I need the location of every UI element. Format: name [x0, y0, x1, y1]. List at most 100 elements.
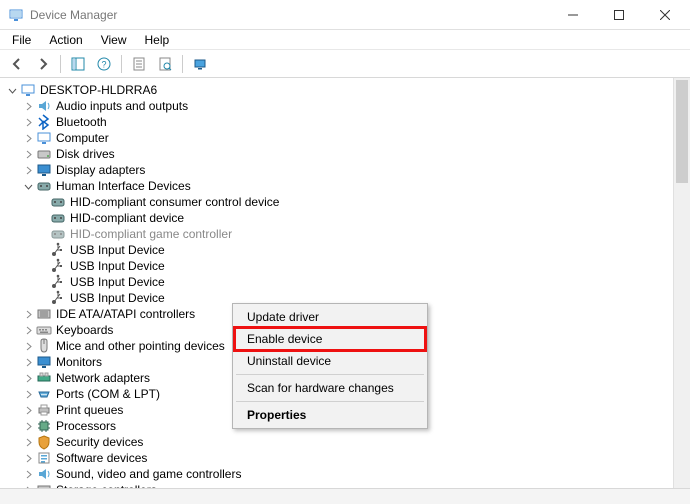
close-button[interactable] [642, 0, 688, 30]
tree-label: Monitors [56, 354, 102, 370]
chevron-right-icon[interactable] [22, 164, 34, 176]
chevron-right-icon[interactable] [22, 468, 34, 480]
tree-device[interactable]: USB Input Device [4, 242, 686, 258]
processor-icon [36, 418, 52, 434]
chevron-right-icon[interactable] [22, 356, 34, 368]
chevron-down-icon[interactable] [22, 180, 34, 192]
maximize-button[interactable] [596, 0, 642, 30]
toolbar-separator [121, 55, 122, 73]
chevron-right-icon[interactable] [22, 420, 34, 432]
chevron-right-icon[interactable] [22, 404, 34, 416]
tree-device[interactable]: USB Input Device [4, 274, 686, 290]
tree-root-label: DESKTOP-HLDRRA6 [40, 82, 157, 98]
chevron-right-icon[interactable] [22, 484, 34, 488]
hid-icon [36, 178, 52, 194]
chevron-right-icon[interactable] [22, 452, 34, 464]
chevron-right-icon[interactable] [22, 132, 34, 144]
context-uninstall-device[interactable]: Uninstall device [235, 350, 425, 372]
toolbar: ? [0, 50, 690, 78]
menu-help[interactable]: Help [137, 31, 178, 49]
menu-action[interactable]: Action [41, 31, 90, 49]
chevron-right-icon[interactable] [22, 324, 34, 336]
svg-text:?: ? [101, 59, 106, 69]
printer-icon [36, 402, 52, 418]
chevron-right-icon[interactable] [22, 340, 34, 352]
app-icon [8, 7, 24, 23]
chevron-right-icon[interactable] [22, 116, 34, 128]
tree-device[interactable]: HID-compliant consumer control device [4, 194, 686, 210]
tree-label: Security devices [56, 434, 143, 450]
tree-category[interactable]: Bluetooth [4, 114, 686, 130]
usb-icon [50, 290, 66, 306]
tree-label: Human Interface Devices [56, 178, 191, 194]
chevron-right-icon[interactable] [22, 388, 34, 400]
software-icon [36, 450, 52, 466]
forward-button[interactable] [32, 53, 54, 75]
context-scan-hardware[interactable]: Scan for hardware changes [235, 377, 425, 399]
scan-hardware-button[interactable] [154, 53, 176, 75]
tree-device[interactable]: USB Input Device [4, 258, 686, 274]
toolbar-separator [182, 55, 183, 73]
tree-category[interactable]: Disk drives [4, 146, 686, 162]
tree-label: Processors [56, 418, 116, 434]
usb-icon [50, 258, 66, 274]
tree-label: Sound, video and game controllers [56, 466, 241, 482]
tree-device-selected[interactable]: HID-compliant game controller [4, 226, 686, 242]
port-icon [36, 386, 52, 402]
tree-category[interactable]: Storage controllers [4, 482, 686, 488]
tree-category[interactable]: Display adapters [4, 162, 686, 178]
chevron-right-icon[interactable] [22, 308, 34, 320]
context-update-driver[interactable]: Update driver [235, 306, 425, 328]
view-devices-button[interactable] [189, 53, 211, 75]
network-icon [36, 370, 52, 386]
tree-category[interactable]: Sound, video and game controllers [4, 466, 686, 482]
titlebar: Device Manager [0, 0, 690, 30]
hid-icon [50, 226, 66, 242]
menu-file[interactable]: File [4, 31, 39, 49]
vertical-scrollbar[interactable] [673, 78, 690, 488]
sound-icon [36, 466, 52, 482]
tree-category-expanded[interactable]: Human Interface Devices [4, 178, 686, 194]
disk-icon [36, 146, 52, 162]
chevron-down-icon[interactable] [6, 84, 18, 96]
chevron-right-icon[interactable] [22, 436, 34, 448]
tree-root[interactable]: DESKTOP-HLDRRA6 [4, 82, 686, 98]
chevron-right-icon[interactable] [22, 100, 34, 112]
tree-category[interactable]: Security devices [4, 434, 686, 450]
scrollbar-thumb[interactable] [676, 80, 688, 183]
bluetooth-icon [36, 114, 52, 130]
usb-icon [50, 274, 66, 290]
tree-label: Display adapters [56, 162, 145, 178]
show-hide-tree-button[interactable] [67, 53, 89, 75]
tree-label: Mice and other pointing devices [56, 338, 225, 354]
chevron-right-icon[interactable] [22, 148, 34, 160]
tree-device[interactable]: HID-compliant device [4, 210, 686, 226]
hid-icon [50, 194, 66, 210]
menubar: File Action View Help [0, 30, 690, 50]
tree-category[interactable]: Software devices [4, 450, 686, 466]
tree-category[interactable]: Computer [4, 130, 686, 146]
tree-label: Computer [56, 130, 109, 146]
context-enable-device[interactable]: Enable device [235, 328, 425, 350]
mouse-icon [36, 338, 52, 354]
properties-button[interactable] [128, 53, 150, 75]
chevron-right-icon[interactable] [22, 372, 34, 384]
context-properties[interactable]: Properties [235, 404, 425, 426]
menu-view[interactable]: View [93, 31, 135, 49]
tree-label: Storage controllers [56, 482, 157, 488]
audio-icon [36, 98, 52, 114]
tree-label: Bluetooth [56, 114, 107, 130]
minimize-button[interactable] [550, 0, 596, 30]
tree-category[interactable]: Audio inputs and outputs [4, 98, 686, 114]
tree-label: USB Input Device [70, 274, 165, 290]
usb-icon [50, 242, 66, 258]
computer-icon [20, 82, 36, 98]
tree-label: USB Input Device [70, 258, 165, 274]
help-button[interactable]: ? [93, 53, 115, 75]
tree-label: IDE ATA/ATAPI controllers [56, 306, 195, 322]
back-button[interactable] [6, 53, 28, 75]
tree-label: HID-compliant game controller [70, 226, 232, 242]
tree-label: Software devices [56, 450, 147, 466]
keyboard-icon [36, 322, 52, 338]
storage-icon [36, 482, 52, 488]
